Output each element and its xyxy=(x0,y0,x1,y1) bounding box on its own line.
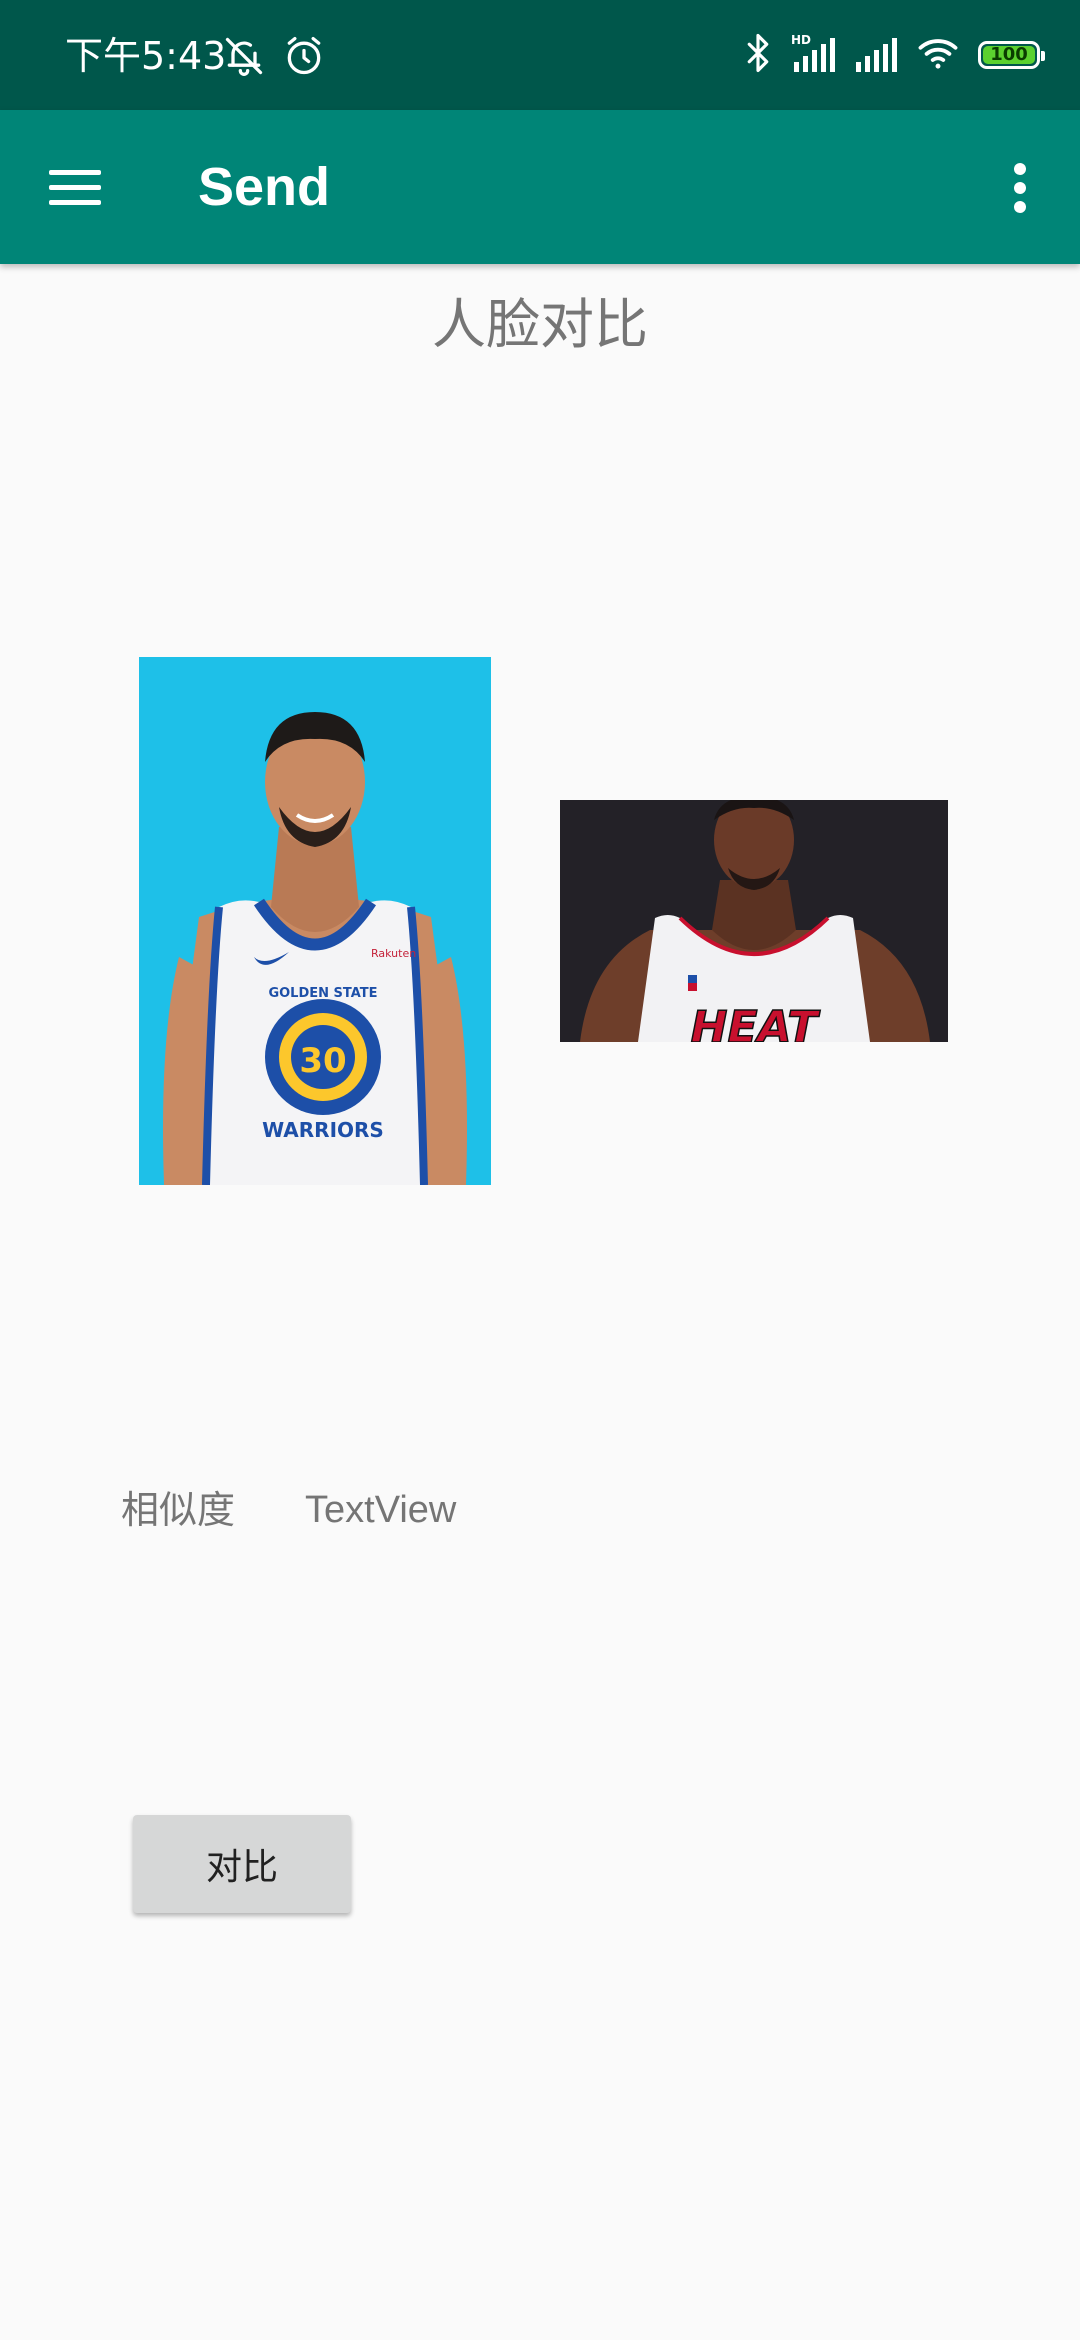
status-right-icons: HD 100 xyxy=(744,32,1045,78)
menu-icon xyxy=(49,170,101,205)
hd-signal-icon: HD xyxy=(790,32,836,78)
notifications-muted-icon xyxy=(222,34,266,82)
app-toolbar: Send xyxy=(0,110,1080,264)
overflow-menu-button[interactable] xyxy=(980,143,1060,233)
face-image-right[interactable]: HEAT xyxy=(560,800,948,1042)
player-photo-right: HEAT xyxy=(560,800,948,1042)
status-left-icons xyxy=(222,34,326,82)
screen: 下午5:43 HD 100 Send 人脸对比 30 GOLDEN STATE … xyxy=(0,0,1080,2340)
compare-button[interactable]: 对比 xyxy=(133,1815,351,1913)
jersey-text: GOLDEN STATE xyxy=(268,986,377,1001)
alarm-icon xyxy=(282,34,326,82)
status-bar: 下午5:43 HD 100 xyxy=(0,0,1080,110)
menu-button[interactable] xyxy=(30,143,120,233)
jersey-number: 30 xyxy=(299,1041,346,1081)
bluetooth-icon xyxy=(744,32,772,78)
toolbar-title: Send xyxy=(198,157,331,217)
battery-level: 100 xyxy=(990,44,1028,65)
battery-icon: 100 xyxy=(978,41,1045,69)
status-time: 下午5:43 xyxy=(65,34,227,78)
jersey-sponsor: Rakuten xyxy=(371,947,416,960)
wifi-icon xyxy=(916,32,960,78)
similarity-label: 相似度 xyxy=(121,1488,236,1532)
similarity-value: TextView xyxy=(305,1489,457,1531)
jersey-team: WARRIORS xyxy=(262,1118,384,1142)
page-heading: 人脸对比 xyxy=(432,293,648,356)
signal-icon xyxy=(854,32,898,78)
hd-badge: HD xyxy=(791,33,811,47)
more-vert-icon xyxy=(1014,163,1026,213)
face-image-left[interactable]: 30 GOLDEN STATE WARRIORS Rakuten xyxy=(139,657,491,1185)
player-photo-left: 30 GOLDEN STATE WARRIORS Rakuten xyxy=(139,657,491,1185)
jersey-heat-text: HEAT xyxy=(691,1002,821,1042)
